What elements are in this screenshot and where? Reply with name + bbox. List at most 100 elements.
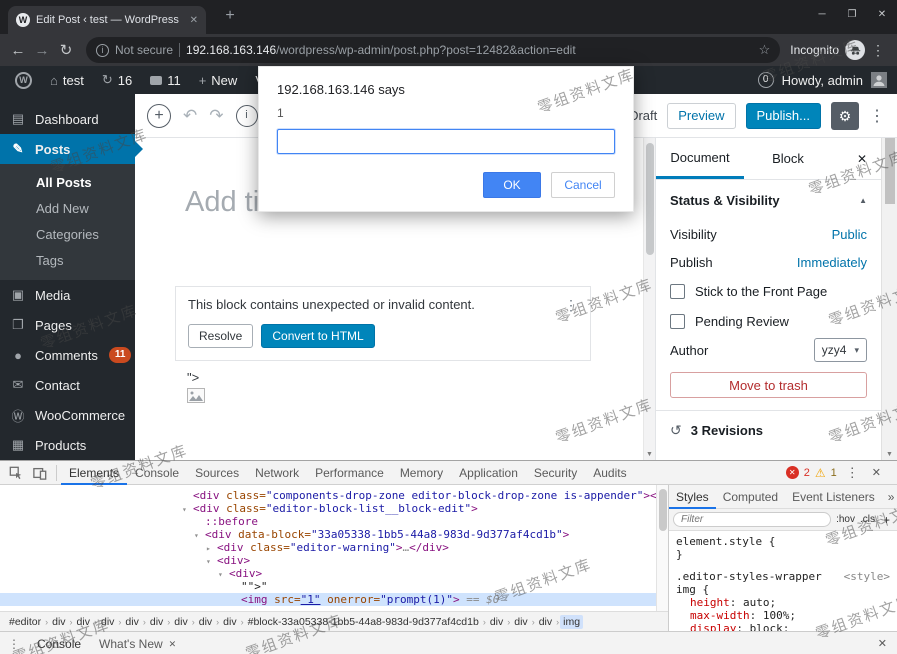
stylesheet-origin-link[interactable]: <style> [844, 570, 890, 583]
howdy-text[interactable]: Howdy, admin [782, 73, 863, 88]
updates-menu[interactable]: ↻16 [93, 66, 141, 94]
page-scrollbar[interactable]: ▲ ▼ [881, 94, 897, 460]
devtools-tab-audits[interactable]: Audits [585, 461, 634, 485]
scrollbar-thumb[interactable] [659, 489, 667, 531]
scroll-down-icon[interactable]: ▼ [644, 451, 655, 458]
css-property[interactable]: max-width: 100%; [676, 609, 890, 622]
block-inserter-button[interactable]: + [147, 104, 171, 128]
breadcrumb-item[interactable]: div [147, 615, 166, 629]
breadcrumb-item[interactable]: div [98, 615, 117, 629]
browser-menu-icon[interactable]: ⋮ [865, 42, 891, 59]
breadcrumb-item[interactable]: div [171, 615, 190, 629]
browser-tab[interactable]: W Edit Post ‹ test — WordPress ✕ [8, 6, 206, 34]
twisty-open-icon[interactable]: ▾ [182, 503, 193, 516]
drawer-close-icon[interactable]: ✕ [868, 637, 897, 650]
tab-close-icon[interactable]: ✕ [169, 632, 177, 654]
move-to-trash-button[interactable]: Move to trash [670, 372, 867, 398]
back-icon[interactable]: ← [6, 42, 30, 59]
settings-gear-icon[interactable]: ⚙ [831, 102, 859, 130]
address-bar[interactable]: i Not secure 192.168.163.146/wordpress/w… [86, 37, 780, 63]
dom-tree-line[interactable]: <img src="1" onerror="prompt(1)"> == $0 [0, 593, 656, 606]
styles-filter-input[interactable] [673, 512, 831, 527]
sidebar-item-contact[interactable]: ✉Contact [0, 370, 135, 400]
breadcrumb-item[interactable]: div [487, 615, 506, 629]
publish-value[interactable]: Immediately [797, 255, 867, 270]
wp-logo-menu[interactable]: W [6, 66, 41, 94]
prompt-input[interactable] [277, 129, 615, 154]
breadcrumb-item[interactable]: div [220, 615, 239, 629]
sidebar-item-dashboard[interactable]: ▤Dashboard [0, 104, 135, 134]
inspect-element-icon[interactable] [4, 461, 28, 485]
publish-button[interactable]: Publish... [746, 103, 821, 129]
dom-tree-line[interactable]: ▾<div> [0, 567, 656, 580]
new-content-menu[interactable]: +New [190, 66, 247, 94]
twisty-open-icon[interactable]: ▾ [218, 568, 229, 581]
breadcrumb-item[interactable]: div [122, 615, 141, 629]
hover-state-button[interactable]: :hov [836, 514, 855, 525]
device-toolbar-icon[interactable] [28, 461, 52, 485]
sidebar-item-pages[interactable]: ❐Pages [0, 310, 135, 340]
notification-counter[interactable]: 0 [758, 72, 774, 88]
minimize-button[interactable]: ─ [807, 0, 837, 30]
devtools-tab-network[interactable]: Network [247, 461, 307, 485]
breadcrumb-item[interactable]: div [511, 615, 530, 629]
devtools-tab-sources[interactable]: Sources [187, 461, 247, 485]
sidebar-item-comments[interactable]: ●Comments11 [0, 340, 135, 370]
submenu-item-tags[interactable]: Tags [0, 248, 135, 274]
warning-more-icon[interactable]: ⋮ [564, 297, 578, 314]
avatar[interactable] [871, 72, 887, 88]
rule-selector[interactable]: element.style [676, 535, 762, 548]
warning-icon[interactable]: ⚠ [815, 466, 826, 480]
editor-scrollbar[interactable]: ▼ [643, 138, 655, 460]
tab-event-listeners[interactable]: Event Listeners [785, 485, 882, 509]
dom-tree-line[interactable]: ▾<div data-block="33a05338-1bb5-44a8-983… [0, 528, 656, 541]
admin-comments-menu[interactable]: 11 [141, 66, 190, 94]
error-icon[interactable]: ✕ [786, 466, 799, 479]
submenu-item-add-new[interactable]: Add New [0, 196, 135, 222]
breadcrumb-item[interactable]: #editor [6, 615, 44, 629]
css-property[interactable]: display: block; [676, 622, 890, 631]
undo-icon[interactable]: ↶ [183, 106, 197, 126]
site-menu[interactable]: ⌂test [41, 66, 93, 94]
stick-checkbox[interactable] [670, 284, 685, 299]
dom-tree-line[interactable]: "">" [0, 580, 656, 593]
devtools-tab-console[interactable]: Console [127, 461, 187, 485]
breadcrumb-item[interactable]: div [536, 615, 555, 629]
tab-styles[interactable]: Styles [669, 485, 716, 509]
devtools-tab-security[interactable]: Security [526, 461, 585, 485]
tab-computed[interactable]: Computed [716, 485, 785, 509]
reload-icon[interactable]: ↻ [54, 41, 78, 59]
scrollbar-thumb[interactable] [646, 143, 654, 255]
pending-checkbox[interactable] [670, 314, 685, 329]
tab-close-icon[interactable]: ✕ [190, 15, 198, 26]
sidebar-item-posts[interactable]: ✎Posts [0, 134, 135, 164]
twisty-closed-icon[interactable]: ▸ [206, 542, 217, 555]
forward-icon[interactable]: → [30, 42, 54, 59]
devtools-tab-application[interactable]: Application [451, 461, 526, 485]
redo-icon[interactable]: ↷ [209, 106, 223, 126]
dom-tree-line[interactable]: ▸<div class="editor-warning">…</div> [0, 541, 656, 554]
class-button[interactable]: .cls [860, 514, 875, 525]
drawer-tab-console[interactable]: Console [28, 632, 90, 654]
drawer-menu-icon[interactable]: ⋮ [0, 637, 28, 651]
twisty-open-icon[interactable]: ▾ [194, 529, 205, 542]
breadcrumb-item[interactable]: div [49, 615, 68, 629]
tab-block[interactable]: Block [744, 138, 832, 179]
ok-button[interactable]: OK [483, 172, 541, 198]
sidebar-item-media[interactable]: ▣Media [0, 280, 135, 310]
devtools-menu-icon[interactable]: ⋮ [842, 465, 863, 481]
convert-to-html-button[interactable]: Convert to HTML [261, 324, 374, 348]
close-button[interactable]: ✕ [867, 0, 897, 30]
dom-tree-line[interactable]: <div class="components-drop-zone editor-… [0, 489, 656, 502]
dom-tree-scrollbar[interactable] [656, 485, 668, 611]
visibility-value[interactable]: Public [832, 227, 867, 242]
css-property[interactable]: height: auto; [676, 596, 890, 609]
tab-document[interactable]: Document [656, 138, 744, 179]
dom-tree-line[interactable]: ::before [0, 515, 656, 528]
status-visibility-panel-header[interactable]: Status & Visibility ▲ [656, 180, 881, 220]
new-style-rule-icon[interactable]: + [880, 513, 893, 527]
maximize-button[interactable]: ❐ [837, 0, 867, 30]
devtools-tab-elements[interactable]: Elements [61, 461, 127, 485]
cancel-button[interactable]: Cancel [551, 172, 615, 198]
dom-tree-line[interactable]: ▾<div class="editor-block-list__block-ed… [0, 502, 656, 515]
